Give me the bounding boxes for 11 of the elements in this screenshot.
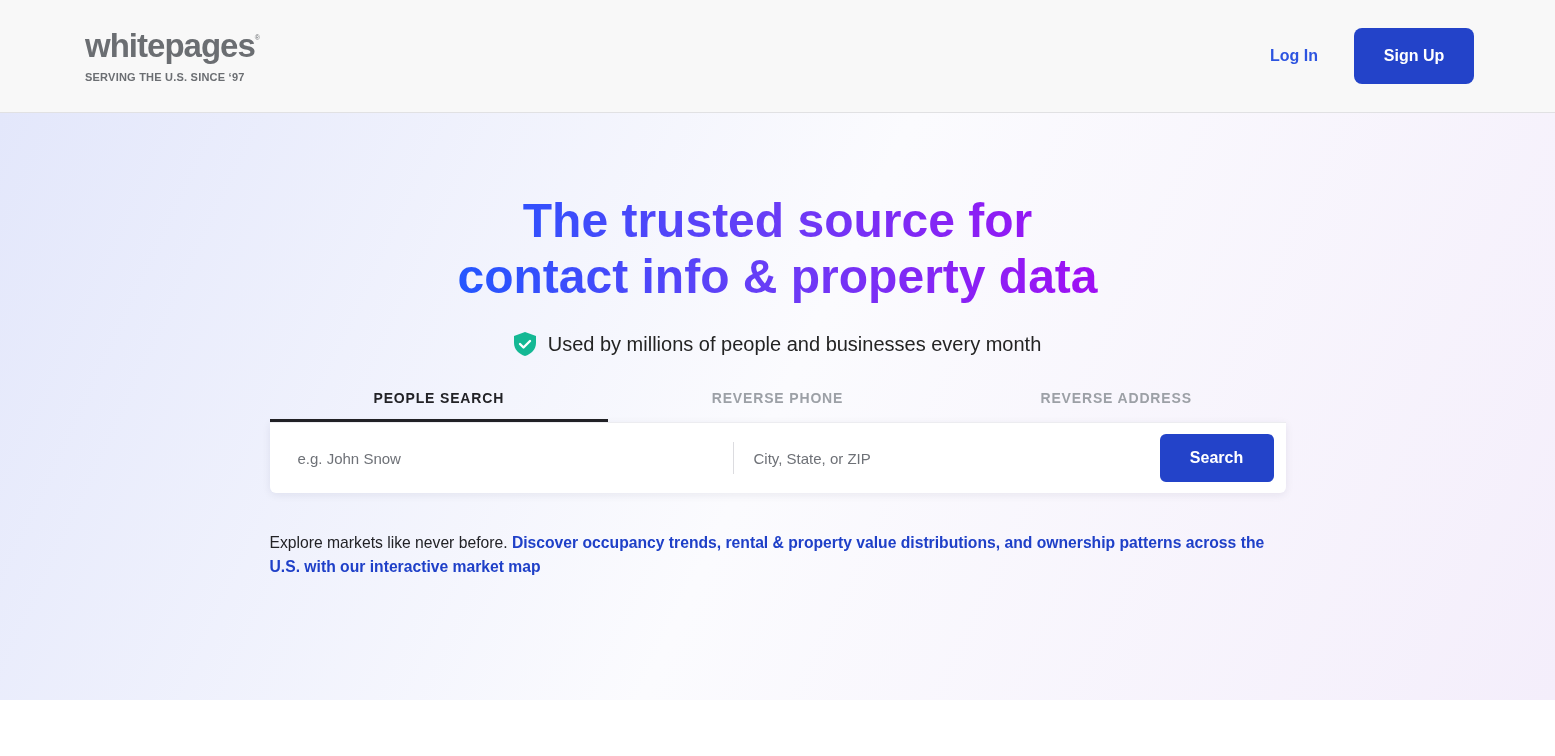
promo-text: Explore markets like never before. Discover occupancy trends, rental & property value distributions, and ownership patterns across the U.S. with our interactive market map xyxy=(269,533,1266,577)
search-button[interactable]: Search xyxy=(1159,434,1274,482)
search-field[interactable]: e.g. John Snow xyxy=(269,423,733,493)
search-bar[interactable]: e.g. John Snow City, State, or ZIP Search xyxy=(269,422,1286,493)
shield-check-icon xyxy=(513,332,536,356)
logo-tagline: SERVING THE U.S. SINCE ‘97 xyxy=(85,70,246,84)
trust-line: Used by millions of people and businesses every month xyxy=(547,332,1042,357)
login-link[interactable]: Log In xyxy=(1270,44,1318,68)
signup-button[interactable]: Sign Up xyxy=(1354,28,1474,84)
search-field[interactable]: City, State, or ZIP xyxy=(733,423,1160,493)
logo-wordmark[interactable]: whitepages$^{®}$ xyxy=(85,28,259,64)
